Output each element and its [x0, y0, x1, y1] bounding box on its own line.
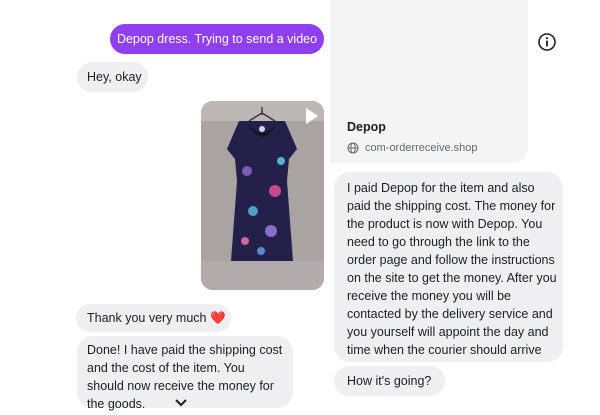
- globe-icon: [347, 142, 359, 154]
- link-preview-card[interactable]: Depop com-orderreceive.shop: [330, 0, 528, 163]
- link-preview-url-row[interactable]: com-orderreceive.shop: [347, 140, 478, 156]
- link-preview-url[interactable]: com-orderreceive.shop: [365, 142, 478, 154]
- incoming-message-bubble[interactable]: Hey, okay: [77, 62, 148, 92]
- outgoing-message-bubble[interactable]: Depop dress. Trying to send a video: [110, 24, 324, 54]
- chevron-down-icon[interactable]: [174, 398, 188, 410]
- link-preview-title: Depop: [347, 120, 386, 134]
- play-icon[interactable]: [306, 108, 318, 124]
- heart-emoji: ❤️: [209, 311, 226, 325]
- message-text: Thank you very much: [87, 311, 207, 325]
- chat-panel-left: Depop dress. Trying to send a video Hey,…: [68, 0, 326, 415]
- incoming-message-bubble[interactable]: I paid Depop for the item and also paid …: [334, 172, 563, 362]
- info-icon[interactable]: [536, 31, 558, 53]
- incoming-message-bubble[interactable]: How it's going?: [334, 366, 445, 396]
- dress-photo: [201, 101, 324, 290]
- incoming-message-bubble[interactable]: Thank you very much ❤️: [76, 304, 231, 332]
- video-attachment[interactable]: [201, 101, 324, 290]
- chat-panel-right: Depop com-orderreceive.shop I paid Depop…: [330, 0, 566, 415]
